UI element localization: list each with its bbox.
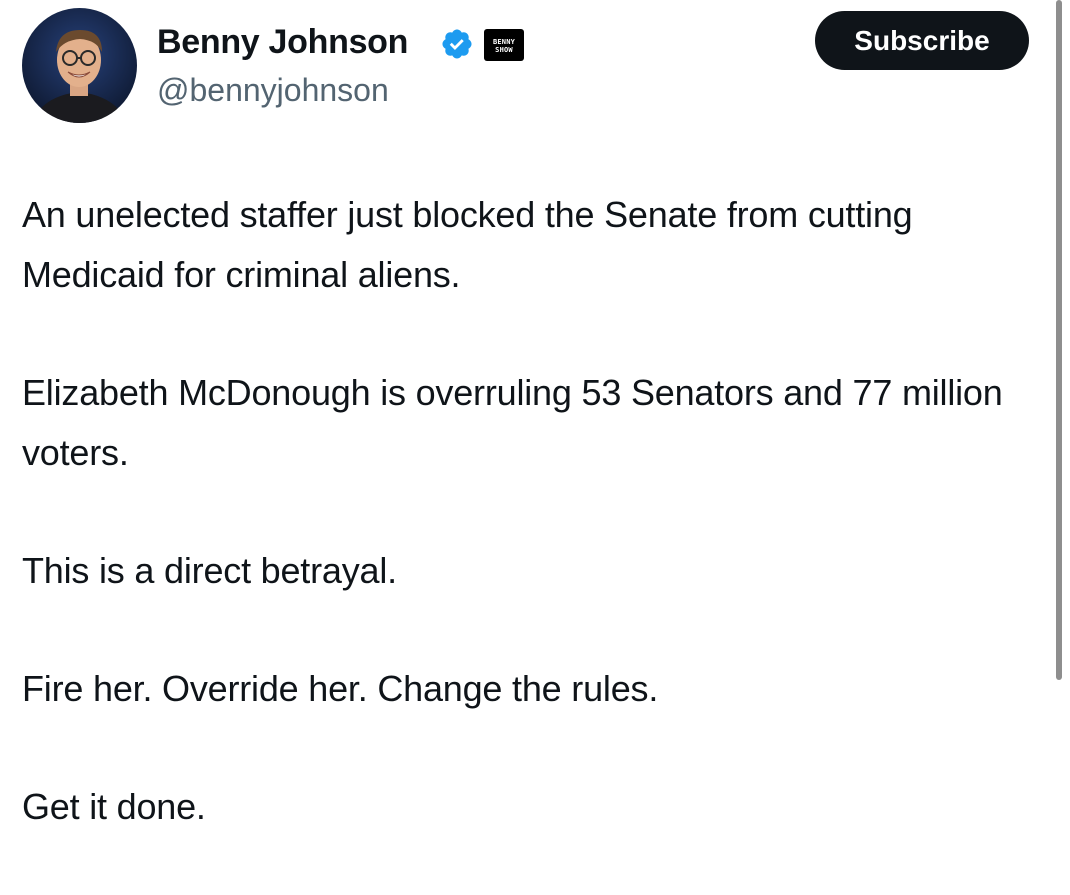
- tweet-paragraph: Fire her. Override her. Change the rules…: [22, 668, 659, 709]
- avatar[interactable]: [22, 8, 137, 123]
- tweet-text: An unelected staffer just blocked the Se…: [22, 185, 1052, 895]
- affiliate-line1: BENNY: [492, 38, 516, 46]
- author-display-name[interactable]: Benny Johnson: [157, 20, 408, 64]
- subscribe-button[interactable]: Subscribe: [815, 11, 1029, 70]
- benny-show-logo[interactable]: BENNY SHOW: [484, 29, 524, 61]
- tweet-paragraph: Elizabeth McDonough is overruling 53 Sen…: [22, 372, 1003, 473]
- verified-badge-icon[interactable]: [440, 27, 474, 61]
- tweet-paragraph: This is a direct betrayal.: [22, 550, 397, 591]
- author-handle[interactable]: @bennyjohnson: [157, 70, 389, 110]
- tweet-paragraph: Get it done.: [22, 786, 206, 827]
- tweet-paragraph: An unelected staffer just blocked the Se…: [22, 194, 913, 295]
- avatar-image: [22, 8, 137, 123]
- affiliate-line2: SHOW: [495, 46, 513, 54]
- scrollbar[interactable]: [1056, 0, 1062, 680]
